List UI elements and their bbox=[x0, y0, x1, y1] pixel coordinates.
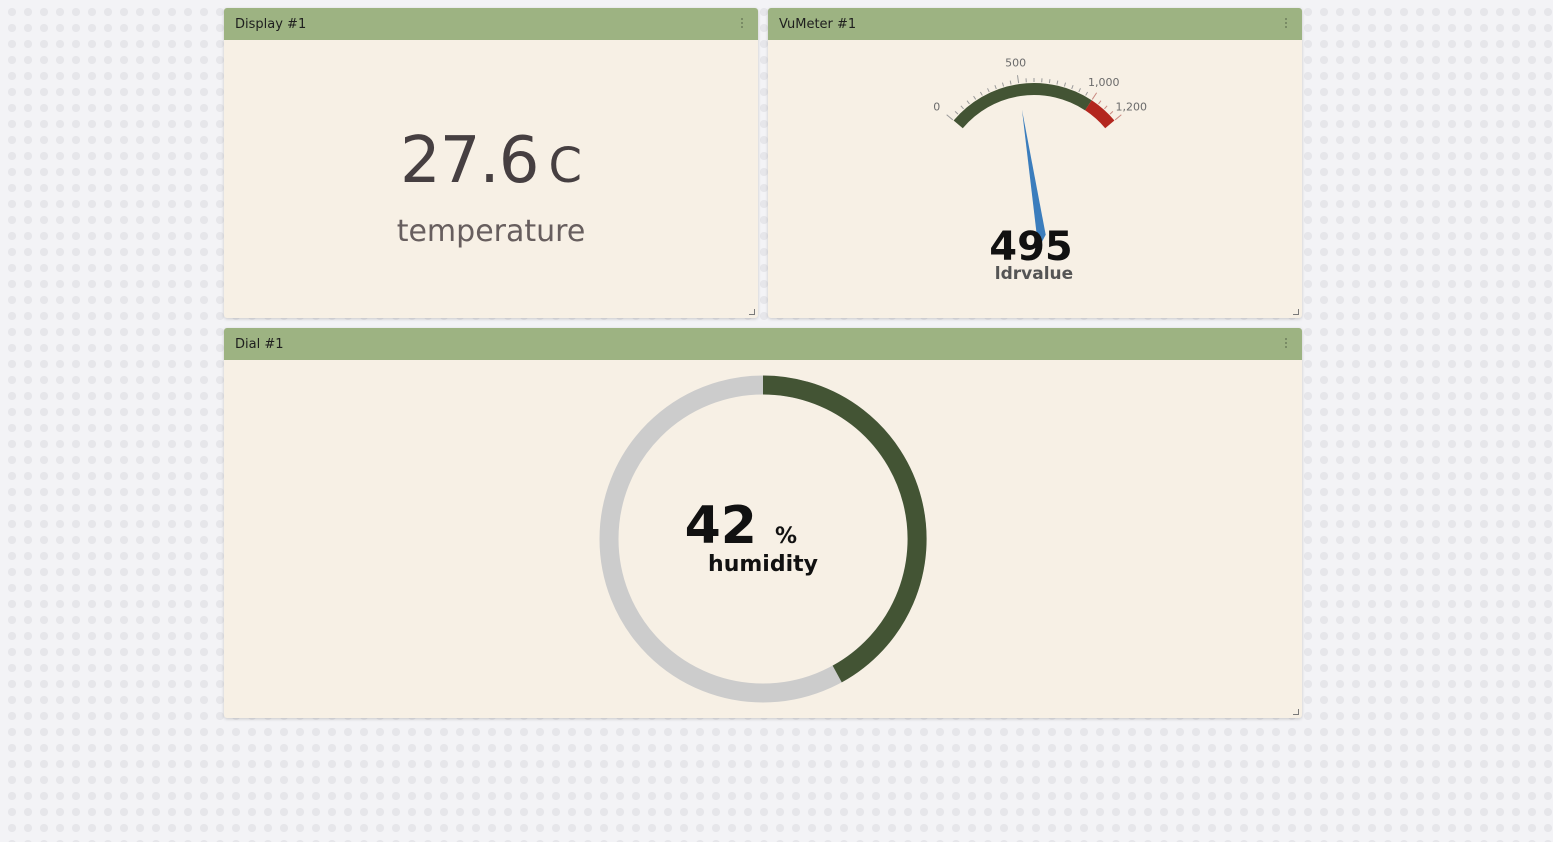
widget-title: Display #1 bbox=[235, 17, 307, 32]
gauge-tick-label: 1,200 bbox=[1116, 100, 1148, 113]
gauge-tick bbox=[960, 105, 964, 110]
gauge-tick bbox=[954, 110, 959, 115]
resize-corner-icon[interactable] bbox=[1293, 309, 1299, 315]
gauge-tick bbox=[1063, 82, 1067, 87]
ldr-label: ldrvalue bbox=[995, 264, 1073, 284]
humidity-label: humidity bbox=[708, 552, 818, 577]
gauge-tick bbox=[946, 114, 954, 121]
display-widget: Display #1 27.6 C temperature bbox=[224, 8, 758, 318]
humidity-unit: % bbox=[775, 524, 797, 549]
gauge-tick bbox=[1109, 110, 1114, 115]
humidity-value: 42 bbox=[685, 496, 757, 556]
resize-corner-icon[interactable] bbox=[1293, 709, 1299, 715]
gauge-tick bbox=[987, 88, 990, 93]
temperature-readout: 27.6 C bbox=[224, 124, 758, 198]
vumeter-widget: VuMeter #1 0 500 1,000 1,200 495 ldrvalu… bbox=[768, 8, 1302, 318]
gauge-tick bbox=[1098, 100, 1102, 105]
gauge-tick bbox=[979, 91, 983, 96]
gauge-tick bbox=[1001, 82, 1005, 87]
resize-corner-icon[interactable] bbox=[749, 309, 755, 315]
gauge-tick bbox=[1071, 85, 1074, 90]
more-vertical-icon[interactable] bbox=[741, 18, 744, 30]
gauge-tick bbox=[1091, 92, 1098, 100]
gauge-tick bbox=[1085, 91, 1089, 96]
gauge-needle bbox=[1022, 109, 1046, 242]
gauge-tick bbox=[1114, 114, 1122, 121]
gauge-tick-label: 500 bbox=[1005, 56, 1026, 69]
gauge-tick-label: 0 bbox=[933, 100, 940, 113]
widget-header[interactable]: Display #1 bbox=[224, 8, 758, 40]
gauge-tick bbox=[1056, 80, 1059, 85]
gauge-tick bbox=[1016, 75, 1020, 84]
gauge-tick bbox=[966, 100, 970, 105]
gauge-tick-label: 1,000 bbox=[1088, 76, 1120, 89]
gauge-tick bbox=[1078, 88, 1081, 93]
gauge-tick bbox=[1009, 80, 1012, 85]
dial-widget: Dial #1 42 % humidity bbox=[224, 328, 1302, 718]
gauge-alarm-arc bbox=[1084, 100, 1115, 129]
gauge-tick bbox=[973, 95, 977, 100]
gauge-tick bbox=[1048, 79, 1051, 84]
temperature-value: 27.6 bbox=[399, 124, 539, 198]
gauge-tick bbox=[1104, 105, 1108, 110]
vumeter-gauge: 0 500 1,000 1,200 495 ldrvalue bbox=[933, 56, 1148, 284]
temperature-label: temperature bbox=[396, 214, 586, 249]
gauge-tick bbox=[994, 85, 997, 90]
humidity-dial: 42 % humidity bbox=[599, 375, 927, 703]
temperature-unit: C bbox=[548, 138, 582, 194]
